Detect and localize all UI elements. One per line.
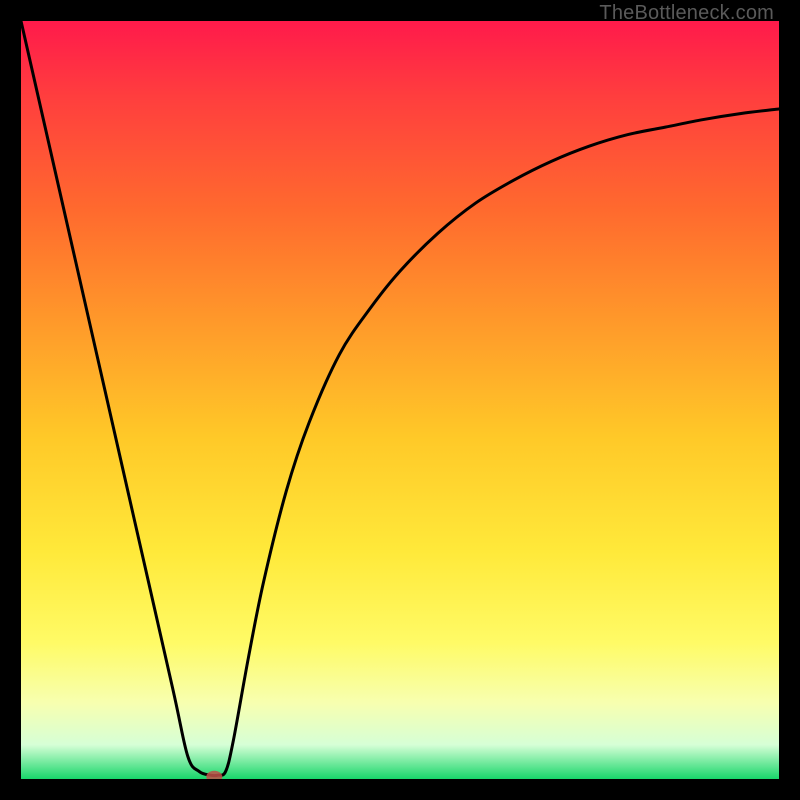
chart-frame: [21, 21, 779, 779]
bottleneck-chart: [21, 21, 779, 779]
gradient-background: [21, 21, 779, 779]
